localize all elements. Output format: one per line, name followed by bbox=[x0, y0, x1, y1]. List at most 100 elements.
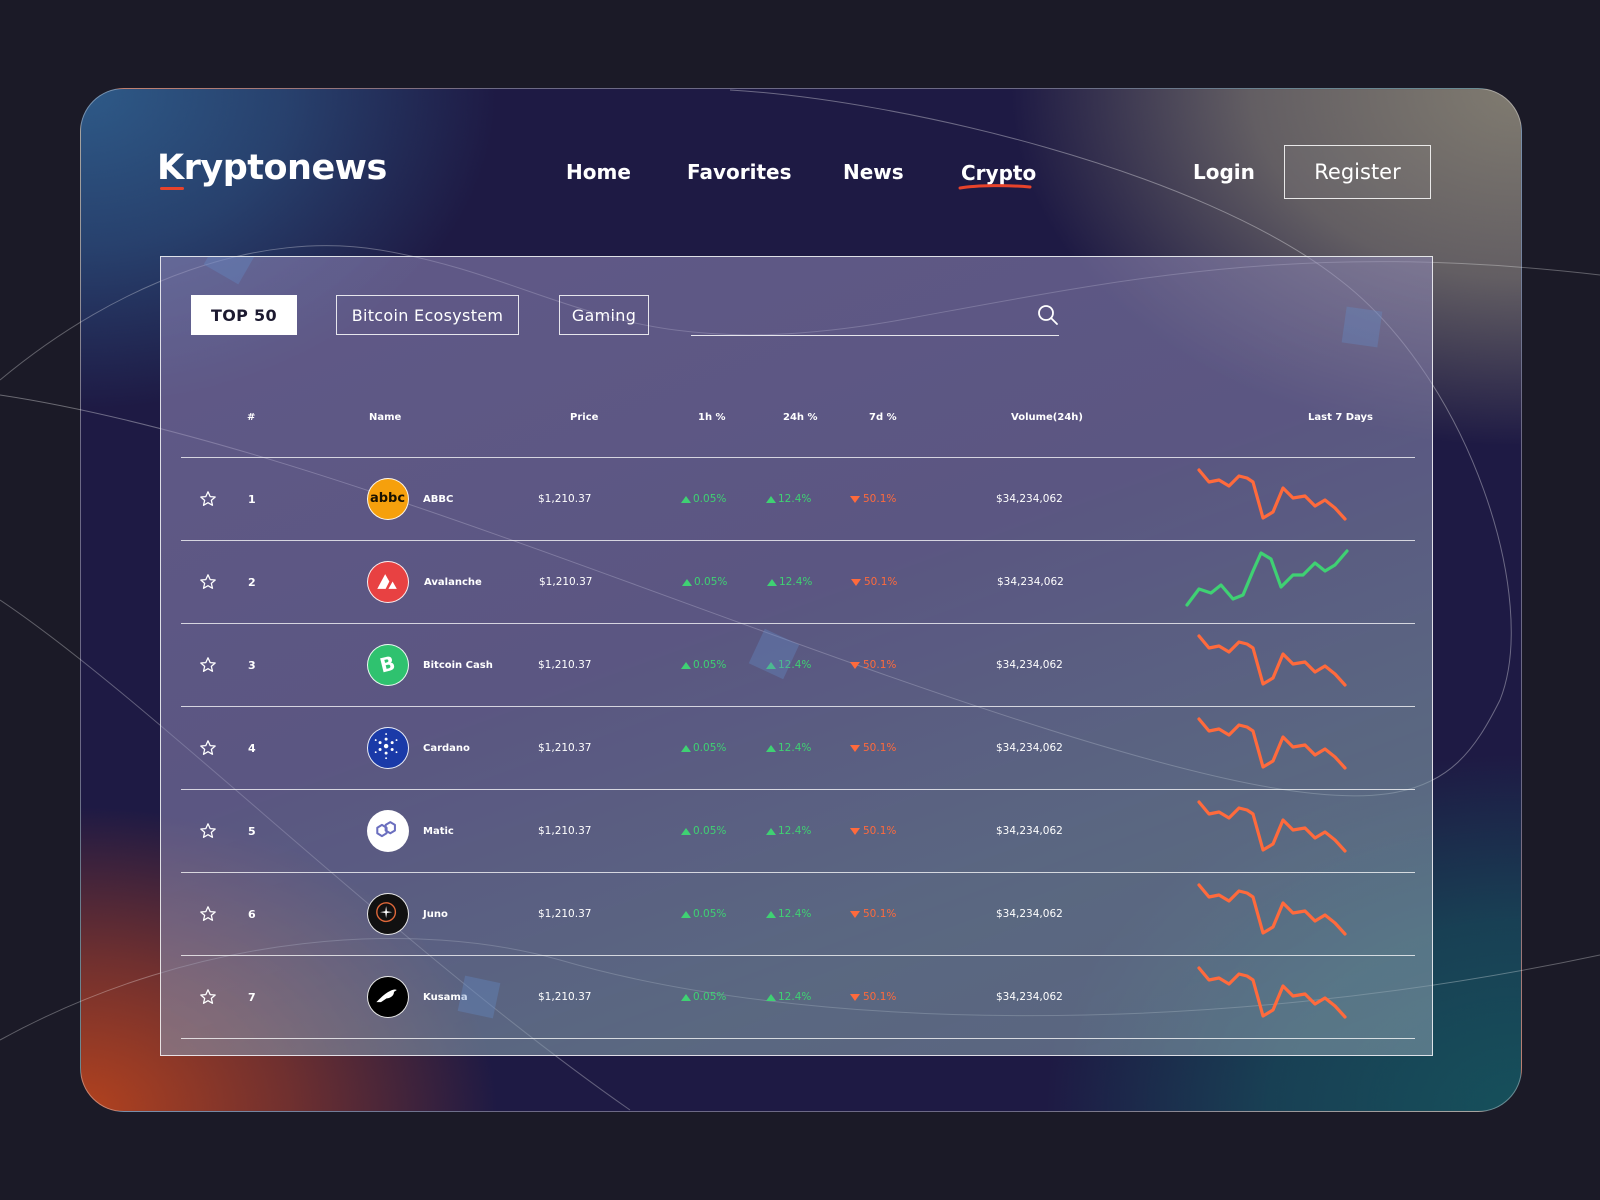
cardano-logo-icon bbox=[367, 727, 409, 769]
change-24h-cell: 12.4% bbox=[766, 707, 811, 789]
favorite-star-icon[interactable] bbox=[199, 905, 217, 923]
coin-name[interactable]: Juno bbox=[423, 873, 448, 955]
volume-cell: $34,234,062 bbox=[996, 493, 1063, 505]
change-7d-cell: 50.1% bbox=[850, 458, 896, 540]
change-7d-cell: 50.1% bbox=[850, 956, 896, 1038]
nav-item-news[interactable]: News bbox=[843, 160, 904, 184]
favorite-star-icon[interactable] bbox=[199, 490, 217, 508]
price-cell: $1,210.37 bbox=[538, 742, 592, 754]
decorative-square bbox=[203, 257, 259, 285]
nav-item-home[interactable]: Home bbox=[566, 160, 631, 184]
sparkline-chart bbox=[1197, 634, 1347, 687]
favorite-star-icon[interactable] bbox=[199, 988, 217, 1006]
table-row[interactable]: 7 Kusama $1,210.37 0.05% 12.4% 50.1% $34… bbox=[181, 955, 1415, 1039]
sparkline-chart bbox=[1197, 468, 1347, 521]
tab-top-50[interactable]: TOP 50 bbox=[191, 295, 297, 335]
volume-cell: $34,234,062 bbox=[997, 576, 1064, 588]
login-link[interactable]: Login bbox=[1193, 160, 1255, 184]
volume-cell: $34,234,062 bbox=[996, 908, 1063, 920]
arrow-down-icon bbox=[850, 993, 860, 1001]
favorite-star-icon[interactable] bbox=[199, 739, 217, 757]
table-row[interactable]: 6 Juno $1,210.37 0.05% 12.4% 50.1% $34,2… bbox=[181, 872, 1415, 955]
coin-name[interactable]: Matic bbox=[423, 790, 454, 872]
change-7d-cell: 50.1% bbox=[850, 624, 896, 706]
arrow-up-icon bbox=[767, 578, 777, 586]
svg-text:abbc: abbc bbox=[370, 491, 405, 506]
price-cell: $1,210.37 bbox=[538, 825, 592, 837]
coin-name[interactable]: ABBC bbox=[423, 458, 453, 540]
table-row[interactable]: 3 B Bitcoin Cash $1,210.37 0.05% 12.4% 5… bbox=[181, 623, 1415, 706]
change-1h-cell: 0.05% bbox=[682, 541, 727, 623]
price-cell: $1,210.37 bbox=[538, 493, 592, 505]
arrow-down-icon bbox=[850, 495, 860, 503]
sparkline-line bbox=[1197, 966, 1347, 1019]
search-input[interactable] bbox=[691, 295, 1025, 335]
header-last-7-days: Last 7 Days bbox=[1308, 412, 1373, 423]
sparkline-chart bbox=[1197, 883, 1347, 936]
table-row[interactable]: 5 Matic $1,210.37 0.05% 12.4% 50.1% $34,… bbox=[181, 789, 1415, 872]
sparkline-chart bbox=[1197, 966, 1347, 1019]
favorite-star-icon[interactable] bbox=[199, 656, 217, 674]
arrow-up-icon bbox=[766, 827, 776, 835]
volume-cell: $34,234,062 bbox=[996, 742, 1063, 754]
favorite-star-icon[interactable] bbox=[199, 573, 217, 591]
decorative-square bbox=[1341, 306, 1383, 348]
matic-logo-icon bbox=[367, 810, 409, 852]
table-row[interactable]: 4 Cardano $1,210.37 0.05% 12.4% 50.1% $3… bbox=[181, 706, 1415, 789]
arrow-up-icon bbox=[682, 578, 692, 586]
price-cell: $1,210.37 bbox=[538, 908, 592, 920]
arrow-down-icon bbox=[851, 578, 861, 586]
header-7d: 7d % bbox=[869, 412, 897, 423]
change-1h-cell: 0.05% bbox=[681, 458, 726, 540]
avalanche-logo-icon bbox=[367, 561, 409, 603]
volume-cell: $34,234,062 bbox=[996, 825, 1063, 837]
sparkline-line bbox=[1197, 883, 1347, 936]
arrow-down-icon bbox=[850, 910, 860, 918]
change-1h-cell: 0.05% bbox=[681, 624, 726, 706]
sparkline-chart bbox=[1197, 717, 1347, 770]
rank-cell: 1 bbox=[248, 492, 256, 506]
change-7d-cell: 50.1% bbox=[850, 790, 896, 872]
nav-item-favorites[interactable]: Favorites bbox=[687, 160, 792, 184]
volume-cell: $34,234,062 bbox=[996, 659, 1063, 671]
svg-text:B: B bbox=[378, 652, 398, 678]
crypto-table-panel: TOP 50 Bitcoin Ecosystem Gaming # Name P… bbox=[160, 256, 1433, 1056]
arrow-up-icon bbox=[766, 993, 776, 1001]
brand-logo[interactable]: Kryptonews bbox=[157, 148, 387, 188]
table-row[interactable]: 2 Avalanche $1,210.37 0.05% 12.4% 50.1% … bbox=[181, 540, 1415, 623]
brand-logo-accent bbox=[160, 187, 184, 190]
nav-item-crypto[interactable]: Crypto bbox=[961, 161, 1036, 185]
tab-gaming[interactable]: Gaming bbox=[559, 295, 649, 335]
abbc-logo-icon: abbc bbox=[367, 478, 409, 520]
rank-cell: 5 bbox=[248, 824, 256, 838]
search-icon[interactable] bbox=[1037, 304, 1059, 326]
rank-cell: 3 bbox=[248, 658, 256, 672]
sparkline-line bbox=[1197, 800, 1347, 853]
coin-name[interactable]: Cardano bbox=[423, 707, 470, 789]
price-cell: $1,210.37 bbox=[539, 576, 593, 588]
rank-cell: 6 bbox=[248, 907, 256, 921]
coin-name[interactable]: Bitcoin Cash bbox=[423, 624, 493, 706]
header-name: Name bbox=[369, 412, 402, 423]
change-1h-cell: 0.05% bbox=[681, 707, 726, 789]
change-24h-cell: 12.4% bbox=[766, 873, 811, 955]
favorite-star-icon[interactable] bbox=[199, 822, 217, 840]
decorative-square bbox=[457, 975, 501, 1019]
register-button[interactable]: Register bbox=[1284, 145, 1431, 199]
arrow-down-icon bbox=[850, 827, 860, 835]
arrow-up-icon bbox=[681, 744, 691, 752]
rank-cell: 2 bbox=[248, 575, 256, 589]
arrow-up-icon bbox=[681, 827, 691, 835]
change-1h-cell: 0.05% bbox=[681, 790, 726, 872]
coin-name[interactable]: Avalanche bbox=[424, 541, 482, 623]
change-1h-cell: 0.05% bbox=[681, 956, 726, 1038]
rank-cell: 4 bbox=[248, 741, 256, 755]
price-cell: $1,210.37 bbox=[538, 991, 592, 1003]
tab-bitcoin-ecosystem[interactable]: Bitcoin Ecosystem bbox=[336, 295, 519, 335]
change-24h-cell: 12.4% bbox=[767, 541, 812, 623]
search-bar bbox=[691, 295, 1059, 336]
table-row[interactable]: 1 abbc ABBC $1,210.37 0.05% 12.4% 50.1% … bbox=[181, 457, 1415, 540]
price-cell: $1,210.37 bbox=[538, 659, 592, 671]
arrow-up-icon bbox=[766, 495, 776, 503]
header-volume: Volume(24h) bbox=[1011, 412, 1083, 423]
